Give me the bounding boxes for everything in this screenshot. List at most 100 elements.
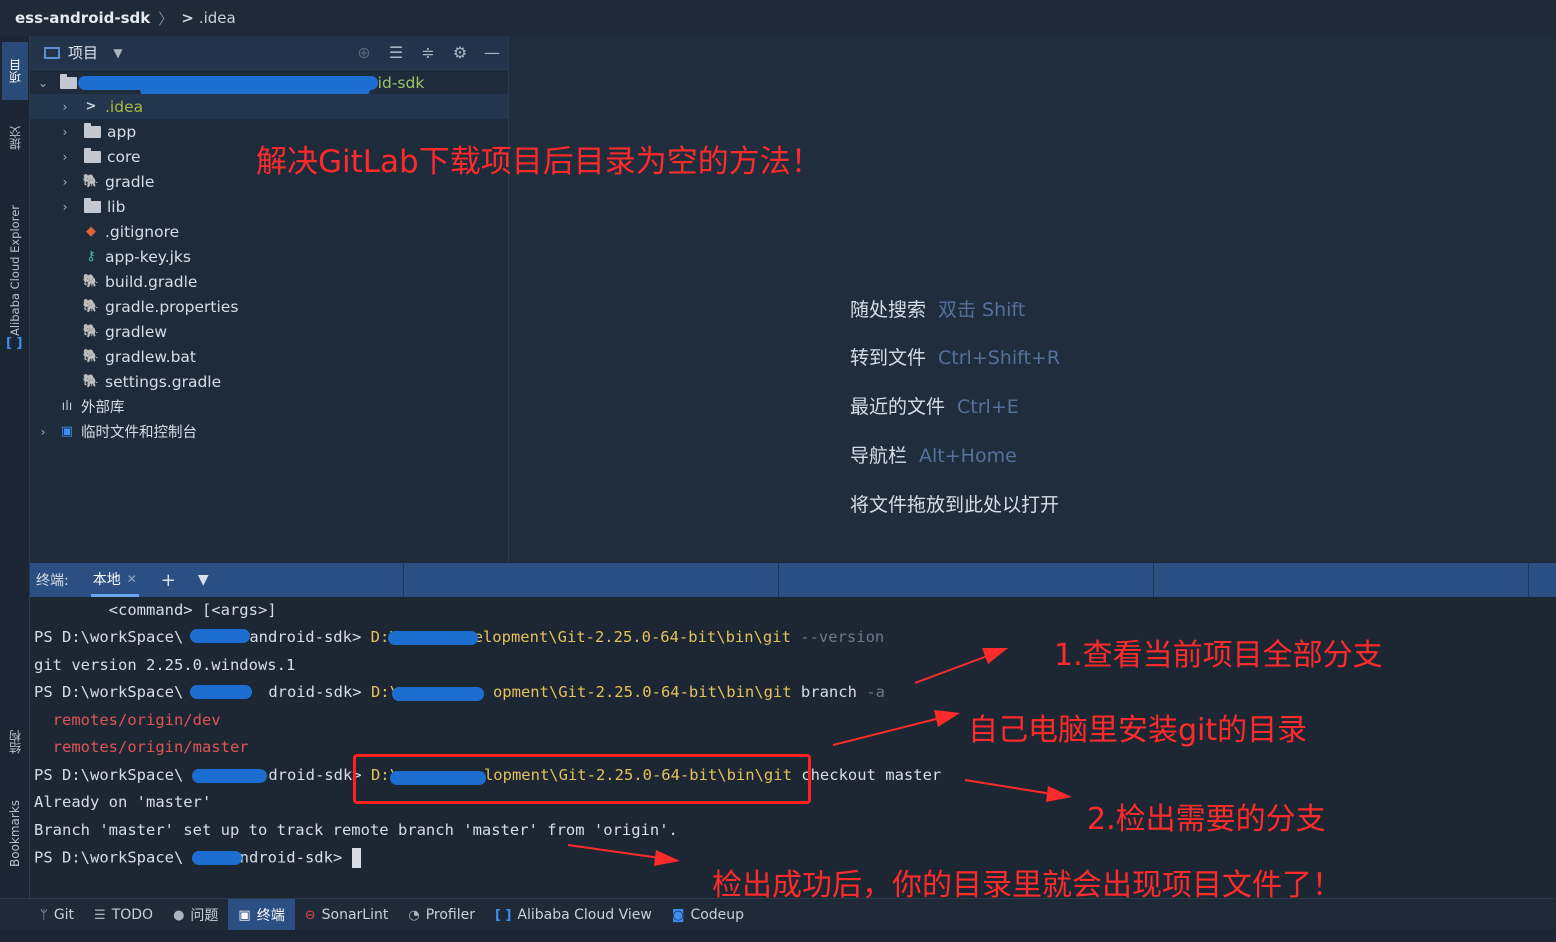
tool-label: SonarLint [321, 907, 389, 923]
terminal-tab-bar: 终端: 本地 ✕ + ▼ [30, 563, 1556, 597]
prompt: PS D:\workSpace\ [34, 628, 184, 646]
tree-item-gitignore[interactable]: ◆ .gitignore [30, 219, 508, 244]
terminal-line: Branch 'master' set up to track remote b… [34, 821, 678, 839]
tree-item-scratches[interactable]: › ▣ 临时文件和控制台 [30, 419, 508, 444]
hint-drop-files: 将文件拖放到此处以打开 [850, 490, 1059, 517]
breadcrumb-separator: 〉 [158, 9, 174, 28]
breadcrumb-idea[interactable]: .idea [199, 9, 236, 27]
terminal-line: Already on 'master' [34, 793, 212, 811]
gear-icon[interactable]: ⚙ [444, 43, 476, 62]
tool-tab-commit[interactable]: 提交 [2, 110, 28, 166]
tool-problems[interactable]: ● 问题 [163, 899, 228, 931]
tab-bar-divider [778, 563, 779, 597]
prompt: droid-sdk> [268, 683, 371, 701]
redaction-mark [192, 851, 242, 865]
chevron-down-icon[interactable]: ▼ [102, 46, 134, 60]
tree-item-gradlew[interactable]: 🐘 gradlew [30, 319, 508, 344]
prompt: android-sdk> [249, 628, 371, 646]
tool-label: Git [53, 907, 75, 923]
tree-item-idea[interactable]: › > .idea [30, 94, 508, 119]
hint-shortcut: Alt+Home [919, 445, 1017, 467]
bottom-tool-bar: ᛘ Git ☰ TODO ● 问题 ▣ 终端 ⊖ SonarLint ◔ Profiler … [0, 898, 1556, 931]
tool-alibaba-cloud-view[interactable]: [ ] Alibaba Cloud View [485, 899, 662, 931]
tool-codeup[interactable]: ◙ Codeup [662, 899, 754, 931]
tool-tab-structure-label: 结构 [8, 730, 23, 754]
tool-label: Profiler [425, 907, 475, 923]
tool-sonarlint[interactable]: ⊖ SonarLint [295, 899, 399, 931]
breadcrumb-root[interactable]: ess-android-sdk [15, 9, 150, 27]
hint-label: 导航栏 [850, 445, 908, 467]
chevron-down-icon[interactable]: ▼ [198, 572, 209, 588]
tree-item-label: gradle.properties [105, 297, 239, 316]
gradle-folder-icon: 🐘 [82, 174, 100, 189]
close-icon[interactable]: ✕ [127, 572, 137, 586]
hint-label: 将文件拖放到此处以打开 [850, 494, 1060, 516]
list-icon: ☰ [94, 907, 106, 923]
tool-git[interactable]: ᛘ Git [30, 899, 84, 931]
collapse-all-icon[interactable]: ≑ [412, 43, 444, 62]
annotation-list-branches: 1.查看当前项目全部分支 [1054, 638, 1383, 673]
git-file-icon: ◆ [86, 224, 96, 239]
command-arg: -a [856, 683, 885, 701]
hint-goto-file: 转到文件 Ctrl+Shift+R [850, 343, 1060, 370]
gradle-file-icon: 🐘 [82, 299, 100, 314]
tab-bar-divider [1153, 563, 1154, 597]
prompt: android-sdk> [230, 848, 352, 867]
minimize-icon[interactable]: — [476, 43, 508, 62]
chevron-right-icon[interactable]: › [58, 125, 72, 139]
tree-item-build-gradle[interactable]: 🐘 build.gradle [30, 269, 508, 294]
tool-profiler[interactable]: ◔ Profiler [398, 899, 485, 931]
chevron-right-icon[interactable]: › [58, 100, 72, 114]
terminal-folder-icon: > [181, 9, 194, 27]
tool-label: 终端 [256, 908, 285, 924]
command: branch [791, 683, 857, 701]
breadcrumb: ess-android-sdk 〉 > .idea [0, 0, 1556, 37]
tree-item-label: gradlew [105, 322, 168, 341]
tree-item-app-key[interactable]: ⚷ app-key.jks [30, 244, 508, 269]
tool-tab-bookmarks[interactable]: Bookmarks [2, 788, 28, 878]
tree-item-label: 外部库 [81, 400, 125, 416]
tree-item-external-libraries[interactable]: ılı 外部库 [30, 394, 508, 419]
chevron-right-icon[interactable]: › [58, 200, 72, 214]
tree-item-label: .gitignore [105, 222, 180, 241]
chevron-right-icon[interactable]: › [58, 175, 72, 189]
add-terminal-icon[interactable]: + [161, 570, 176, 591]
tree-item-gradle-properties[interactable]: 🐘 gradle.properties [30, 294, 508, 319]
tree-item-label: lib [107, 197, 126, 216]
tree-item-gradlew-bat[interactable]: 🐘 gradlew.bat [30, 344, 508, 369]
tool-tab-project[interactable]: 项目 [2, 42, 28, 100]
terminal-tab-label: 本地 [92, 571, 121, 588]
tree-item-label: core [107, 147, 141, 166]
tool-tab-structure[interactable]: 结构 [2, 716, 28, 768]
command: checkout master [791, 766, 942, 784]
expand-all-icon[interactable]: ☰ [380, 43, 412, 62]
tool-tab-alibaba-explorer[interactable]: Alibaba Cloud Explorer [2, 186, 28, 356]
chevron-right-icon[interactable]: › [58, 150, 72, 164]
tool-label: Codeup [690, 907, 745, 923]
tree-item-settings-gradle[interactable]: 🐘 settings.gradle [30, 369, 508, 394]
terminal-folder-icon: > [85, 99, 97, 114]
git-path: opment\Git-2.25.0-64-bit\bin\git [492, 683, 792, 701]
terminal-tab-local[interactable]: 本地 ✕ [90, 563, 139, 597]
tool-terminal[interactable]: ▣ 终端 [228, 899, 295, 931]
project-panel-title[interactable]: 项目 [68, 42, 98, 63]
scratch-console-icon: ▣ [60, 424, 74, 439]
folder-icon [84, 122, 101, 138]
project-panel: 项目 ▼ ⊕ ☰ ≑ ⚙ — ⌄ D: roid-sdk › > .idea ›… [30, 36, 509, 562]
prompt: PS D:\workSpace\ [34, 683, 184, 701]
tool-tab-commit-label: 提交 [8, 126, 23, 150]
codeup-icon: ◙ [671, 907, 685, 923]
chevron-down-icon[interactable]: ⌄ [36, 76, 50, 90]
redaction-mark [388, 631, 478, 645]
terminal-icon: ▣ [238, 907, 251, 923]
git-path: elopment\Git-2.25.0-64-bit\bin\git [473, 628, 791, 646]
command-arg: --version [790, 628, 885, 646]
tree-item-lib[interactable]: › lib [30, 194, 508, 219]
highlight-box [353, 754, 811, 804]
chevron-right-icon[interactable]: › [36, 425, 50, 439]
gradle-file-icon: 🐘 [82, 349, 100, 364]
locate-icon[interactable]: ⊕ [348, 43, 380, 62]
hint-label: 随处搜索 [850, 299, 927, 321]
tool-todo[interactable]: ☰ TODO [84, 899, 163, 931]
tree-item-label: gradlew.bat [105, 347, 196, 366]
